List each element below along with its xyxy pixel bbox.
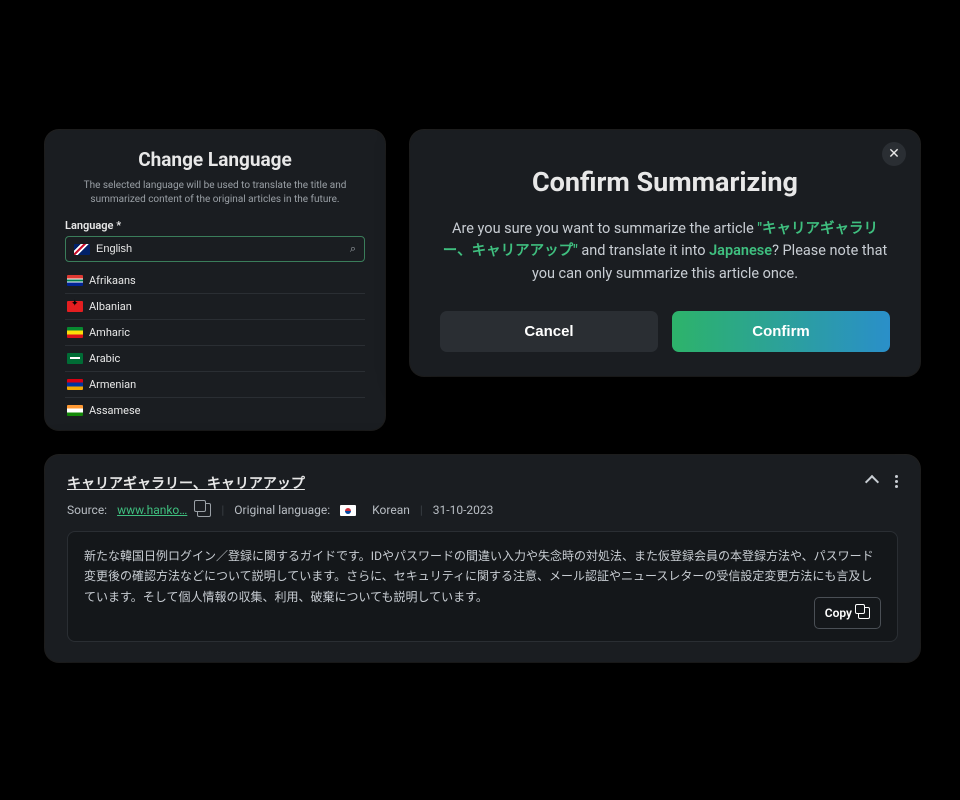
et-flag-icon <box>67 327 83 338</box>
original-language-label: Original language: <box>234 503 330 517</box>
copy-button-label: Copy <box>825 603 852 623</box>
source-link[interactable]: www.hanko… <box>117 503 187 517</box>
dialog-description: The selected language will be used to tr… <box>65 179 365 207</box>
source-label: Source: <box>67 503 107 517</box>
article-actions <box>867 475 898 488</box>
za-flag-icon <box>67 275 83 286</box>
article-summary-body: 新たな韓国日例ログイン／登録に関するガイドです。IDやパスワードの間違い入力や失… <box>67 531 898 642</box>
language-option-label: Assamese <box>89 404 141 417</box>
kr-flag-icon <box>340 505 356 516</box>
in-flag-icon <box>67 405 83 416</box>
target-language-highlight: Japanese <box>709 242 772 259</box>
original-language-value: Korean <box>372 503 410 517</box>
language-option[interactable]: Afrikaans <box>65 268 365 294</box>
sa-flag-icon <box>67 353 83 364</box>
confirm-button[interactable]: Confirm <box>672 311 890 352</box>
uk-flag-icon <box>74 244 90 255</box>
language-option[interactable]: Albanian <box>65 294 365 320</box>
article-title[interactable]: キャリアギャラリー、キャリアアップ <box>67 473 898 493</box>
language-search-input[interactable]: ⌕ <box>65 236 365 262</box>
dialog-title: Confirm Summarizing <box>440 166 890 198</box>
cancel-button[interactable]: Cancel <box>440 311 658 352</box>
language-option[interactable]: Amharic <box>65 320 365 346</box>
am-flag-icon <box>67 379 83 390</box>
language-option-label: Armenian <box>89 378 136 391</box>
copy-source-icon[interactable] <box>197 503 211 517</box>
article-date: 31-10-2023 <box>433 503 494 517</box>
dialog-body: Are you sure you want to summarize the a… <box>440 218 890 285</box>
meta-separator: | <box>420 503 423 517</box>
language-option-label: Arabic <box>89 352 120 365</box>
dialog-button-row: Cancel Confirm <box>440 311 890 352</box>
change-language-dialog: Change Language The selected language wi… <box>45 130 385 430</box>
copy-summary-button[interactable]: Copy <box>814 597 881 629</box>
article-meta: Source: www.hanko… | Original language: … <box>67 503 898 517</box>
close-icon: ✕ <box>888 146 900 162</box>
search-icon: ⌕ <box>350 242 356 256</box>
language-option-label: Albanian <box>89 300 132 313</box>
language-option[interactable]: Assamese <box>65 398 365 423</box>
language-field-label: Language * <box>65 219 365 232</box>
al-flag-icon <box>67 301 83 312</box>
meta-separator: | <box>221 503 224 517</box>
language-option-list: Afrikaans Albanian Amharic Arabic Armeni… <box>65 268 365 423</box>
language-option-label: Afrikaans <box>89 274 136 287</box>
language-option[interactable]: Armenian <box>65 372 365 398</box>
collapse-icon[interactable] <box>865 474 879 488</box>
language-option-label: Amharic <box>89 326 130 339</box>
more-options-button[interactable] <box>895 475 898 488</box>
language-option[interactable]: Arabic <box>65 346 365 372</box>
copy-icon <box>858 607 870 619</box>
article-summary-text: 新たな韓国日例ログイン／登録に関するガイドです。IDやパスワードの間違い入力や失… <box>84 549 874 604</box>
dialog-title: Change Language <box>65 148 365 171</box>
close-button[interactable]: ✕ <box>882 142 906 166</box>
language-search-field[interactable] <box>96 243 350 255</box>
article-card: キャリアギャラリー、キャリアアップ Source: www.hanko… | O… <box>45 455 920 662</box>
confirm-summarizing-dialog: ✕ Confirm Summarizing Are you sure you w… <box>410 130 920 376</box>
